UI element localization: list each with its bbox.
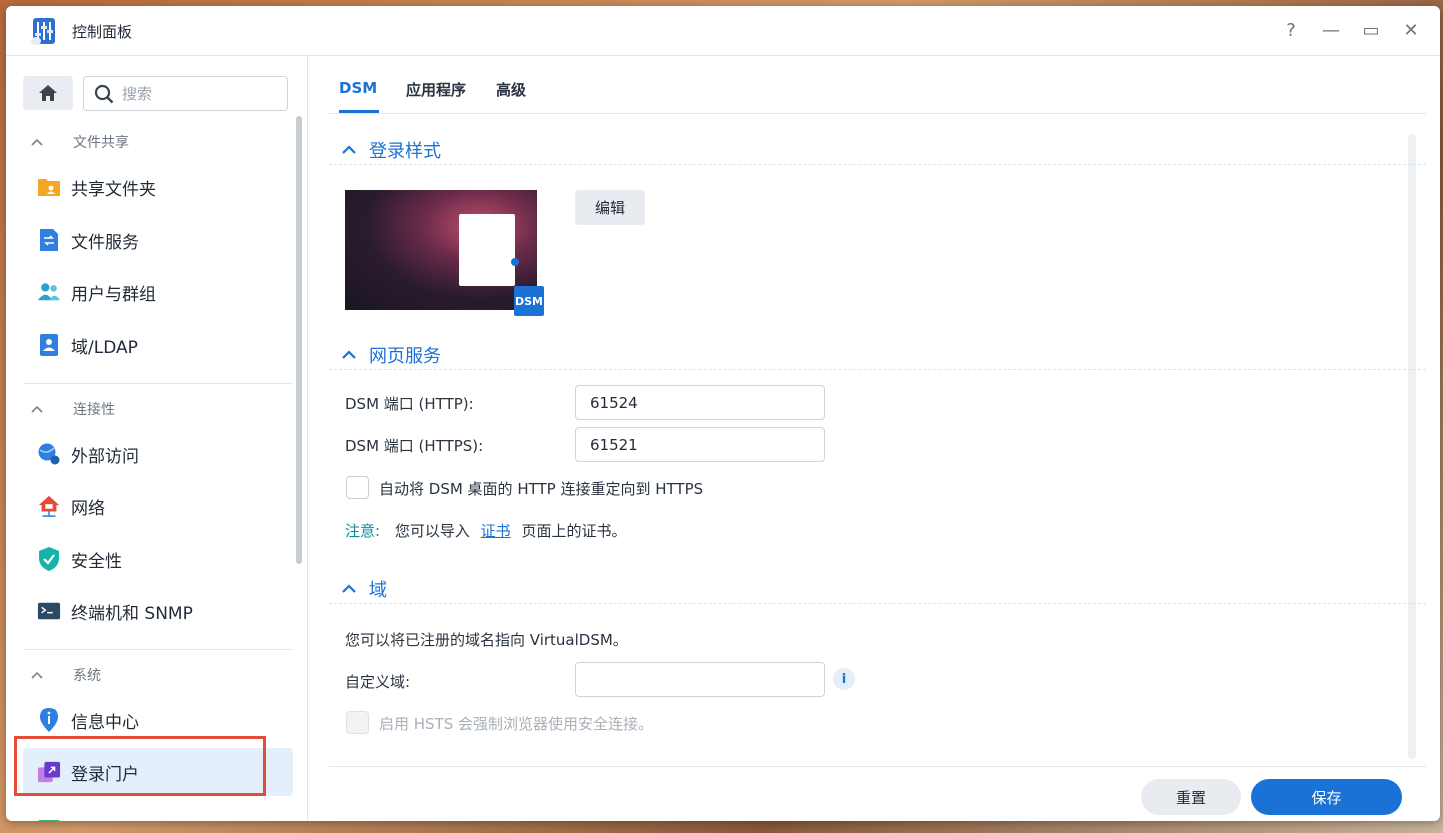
section-login-style[interactable]: 登录样式 xyxy=(329,135,1426,165)
section-web-services[interactable]: 网页服务 xyxy=(329,340,1426,370)
group-label: 文件共享 xyxy=(73,135,129,151)
sidebar-item-network[interactable]: 网络 xyxy=(23,482,293,530)
main-content: DSM 应用程序 高级 登录样式 DSM 编辑 网页服务 DSM 端口 (HTT… xyxy=(309,56,1440,821)
sidebar-divider xyxy=(23,383,293,384)
hsts-checkbox xyxy=(346,711,369,734)
home-button[interactable] xyxy=(23,76,73,110)
section-title-text: 网页服务 xyxy=(369,345,441,367)
section-domain[interactable]: 域 xyxy=(329,574,1426,604)
chevron-up-icon xyxy=(329,142,369,158)
sidebar-item-label: 用户与群组 xyxy=(71,284,156,305)
active-tab-indicator xyxy=(339,110,379,113)
section-title-text: 登录样式 xyxy=(369,140,441,162)
sidebar-item-label: 域/LDAP xyxy=(71,337,138,358)
sidebar-item-terminal-snmp[interactable]: 终端机和 SNMP xyxy=(23,587,293,635)
sidebar: 文件共享 共享文件夹 文件服务 用户与群组 域/LDAP xyxy=(6,56,308,821)
chevron-up-icon xyxy=(329,581,369,597)
reset-button[interactable]: 重置 xyxy=(1141,779,1241,815)
minimize-icon[interactable]: — xyxy=(1318,18,1344,44)
sidebar-scrollbar[interactable] xyxy=(296,116,302,564)
chevron-up-icon xyxy=(23,134,51,150)
edit-button[interactable]: 编辑 xyxy=(575,190,645,225)
note-suffix: 页面上的证书。 xyxy=(521,522,627,540)
sidebar-divider xyxy=(23,649,293,650)
http-port-input[interactable] xyxy=(575,385,825,420)
redirect-https-checkbox[interactable] xyxy=(346,476,369,499)
sidebar-item-label: 共享文件夹 xyxy=(71,179,156,200)
sidebar-item-label: 文件服务 xyxy=(71,232,139,253)
chevron-up-icon xyxy=(23,667,51,683)
chevron-up-icon xyxy=(329,347,369,363)
http-port-label: DSM 端口 (HTTP): xyxy=(345,395,474,413)
sidebar-item-label: 终端机和 SNMP xyxy=(71,603,193,624)
group-label: 系统 xyxy=(73,668,101,684)
custom-domain-input[interactable] xyxy=(575,662,825,697)
tab-dsm[interactable]: DSM xyxy=(339,79,377,97)
control-panel-window: 控制面板 ? — ▭ ✕ 文件共享 xyxy=(6,6,1440,821)
info-center-icon xyxy=(37,708,61,732)
tab-bar: DSM 应用程序 高级 xyxy=(329,56,1426,114)
tab-advanced[interactable]: 高级 xyxy=(496,79,526,100)
search-field[interactable] xyxy=(83,76,288,111)
highlight-annotation xyxy=(14,736,266,796)
sidebar-item-domain-ldap[interactable]: 域/LDAP xyxy=(23,321,293,369)
search-icon xyxy=(94,84,114,103)
window-title: 控制面板 xyxy=(72,23,133,41)
save-button[interactable]: 保存 xyxy=(1251,779,1402,815)
sidebar-item-security[interactable]: 安全性 xyxy=(23,535,293,583)
redirect-https-label: 自动将 DSM 桌面的 HTTP 连接重定向到 HTTPS xyxy=(379,480,704,498)
chevron-up-icon xyxy=(23,401,51,417)
https-port-label: DSM 端口 (HTTPS): xyxy=(345,437,484,455)
footer-divider xyxy=(329,766,1426,767)
close-icon[interactable]: ✕ xyxy=(1398,18,1424,44)
sidebar-item-label: 安全性 xyxy=(71,551,122,572)
search-input[interactable] xyxy=(122,84,272,103)
sidebar-item-file-services[interactable]: 文件服务 xyxy=(23,216,293,264)
terminal-icon xyxy=(37,599,61,623)
note-prefix: 您可以导入 xyxy=(394,522,470,540)
sidebar-item-external-access[interactable]: 外部访问 xyxy=(23,430,293,478)
group-header-file-sharing[interactable]: 文件共享 xyxy=(23,127,129,157)
shield-icon xyxy=(37,547,61,571)
domain-description: 您可以将已注册的域名指向 VirtualDSM。 xyxy=(345,631,628,649)
info-icon[interactable]: i xyxy=(833,668,855,690)
sidebar-item-partial[interactable] xyxy=(23,800,293,821)
sidebar-item-shared-folder[interactable]: 共享文件夹 xyxy=(23,163,293,211)
hsts-label: 启用 HSTS 会强制浏览器使用安全连接。 xyxy=(379,715,654,733)
preview-login-card xyxy=(459,214,515,286)
certificate-link[interactable]: 证书 xyxy=(481,522,511,540)
group-label: 连接性 xyxy=(73,402,115,418)
external-access-icon xyxy=(37,442,61,466)
sidebar-item-label: 网络 xyxy=(71,498,105,519)
certificate-note: 注意: 您可以导入 证书 页面上的证书。 xyxy=(345,520,626,541)
help-icon[interactable]: ? xyxy=(1278,18,1304,44)
dsm-badge: DSM xyxy=(514,286,544,316)
sidebar-item-label: 外部访问 xyxy=(71,446,139,467)
custom-domain-label: 自定义域: xyxy=(345,673,411,691)
section-title-text: 域 xyxy=(369,579,387,601)
sidebar-item-label: 信息中心 xyxy=(71,712,139,733)
network-icon xyxy=(37,494,61,518)
file-services-icon xyxy=(37,228,61,252)
note-key: 注意: xyxy=(345,522,381,540)
group-header-system[interactable]: 系统 xyxy=(23,660,101,690)
preview-login-arrow xyxy=(511,258,519,266)
sidebar-item-users-groups[interactable]: 用户与群组 xyxy=(23,268,293,316)
shared-folder-icon xyxy=(37,175,61,199)
content-scrollbar[interactable] xyxy=(1408,134,1416,759)
tab-applications[interactable]: 应用程序 xyxy=(406,79,466,100)
titlebar: 控制面板 ? — ▭ ✕ xyxy=(6,6,1440,56)
home-icon xyxy=(39,85,57,101)
https-port-input[interactable] xyxy=(575,427,825,462)
group-header-connectivity[interactable]: 连接性 xyxy=(23,394,115,424)
partial-item-icon xyxy=(37,812,61,821)
maximize-icon[interactable]: ▭ xyxy=(1358,18,1384,44)
users-groups-icon xyxy=(37,280,61,304)
control-panel-app-icon xyxy=(31,18,55,45)
login-style-preview xyxy=(345,190,537,310)
domain-ldap-icon xyxy=(37,333,61,357)
